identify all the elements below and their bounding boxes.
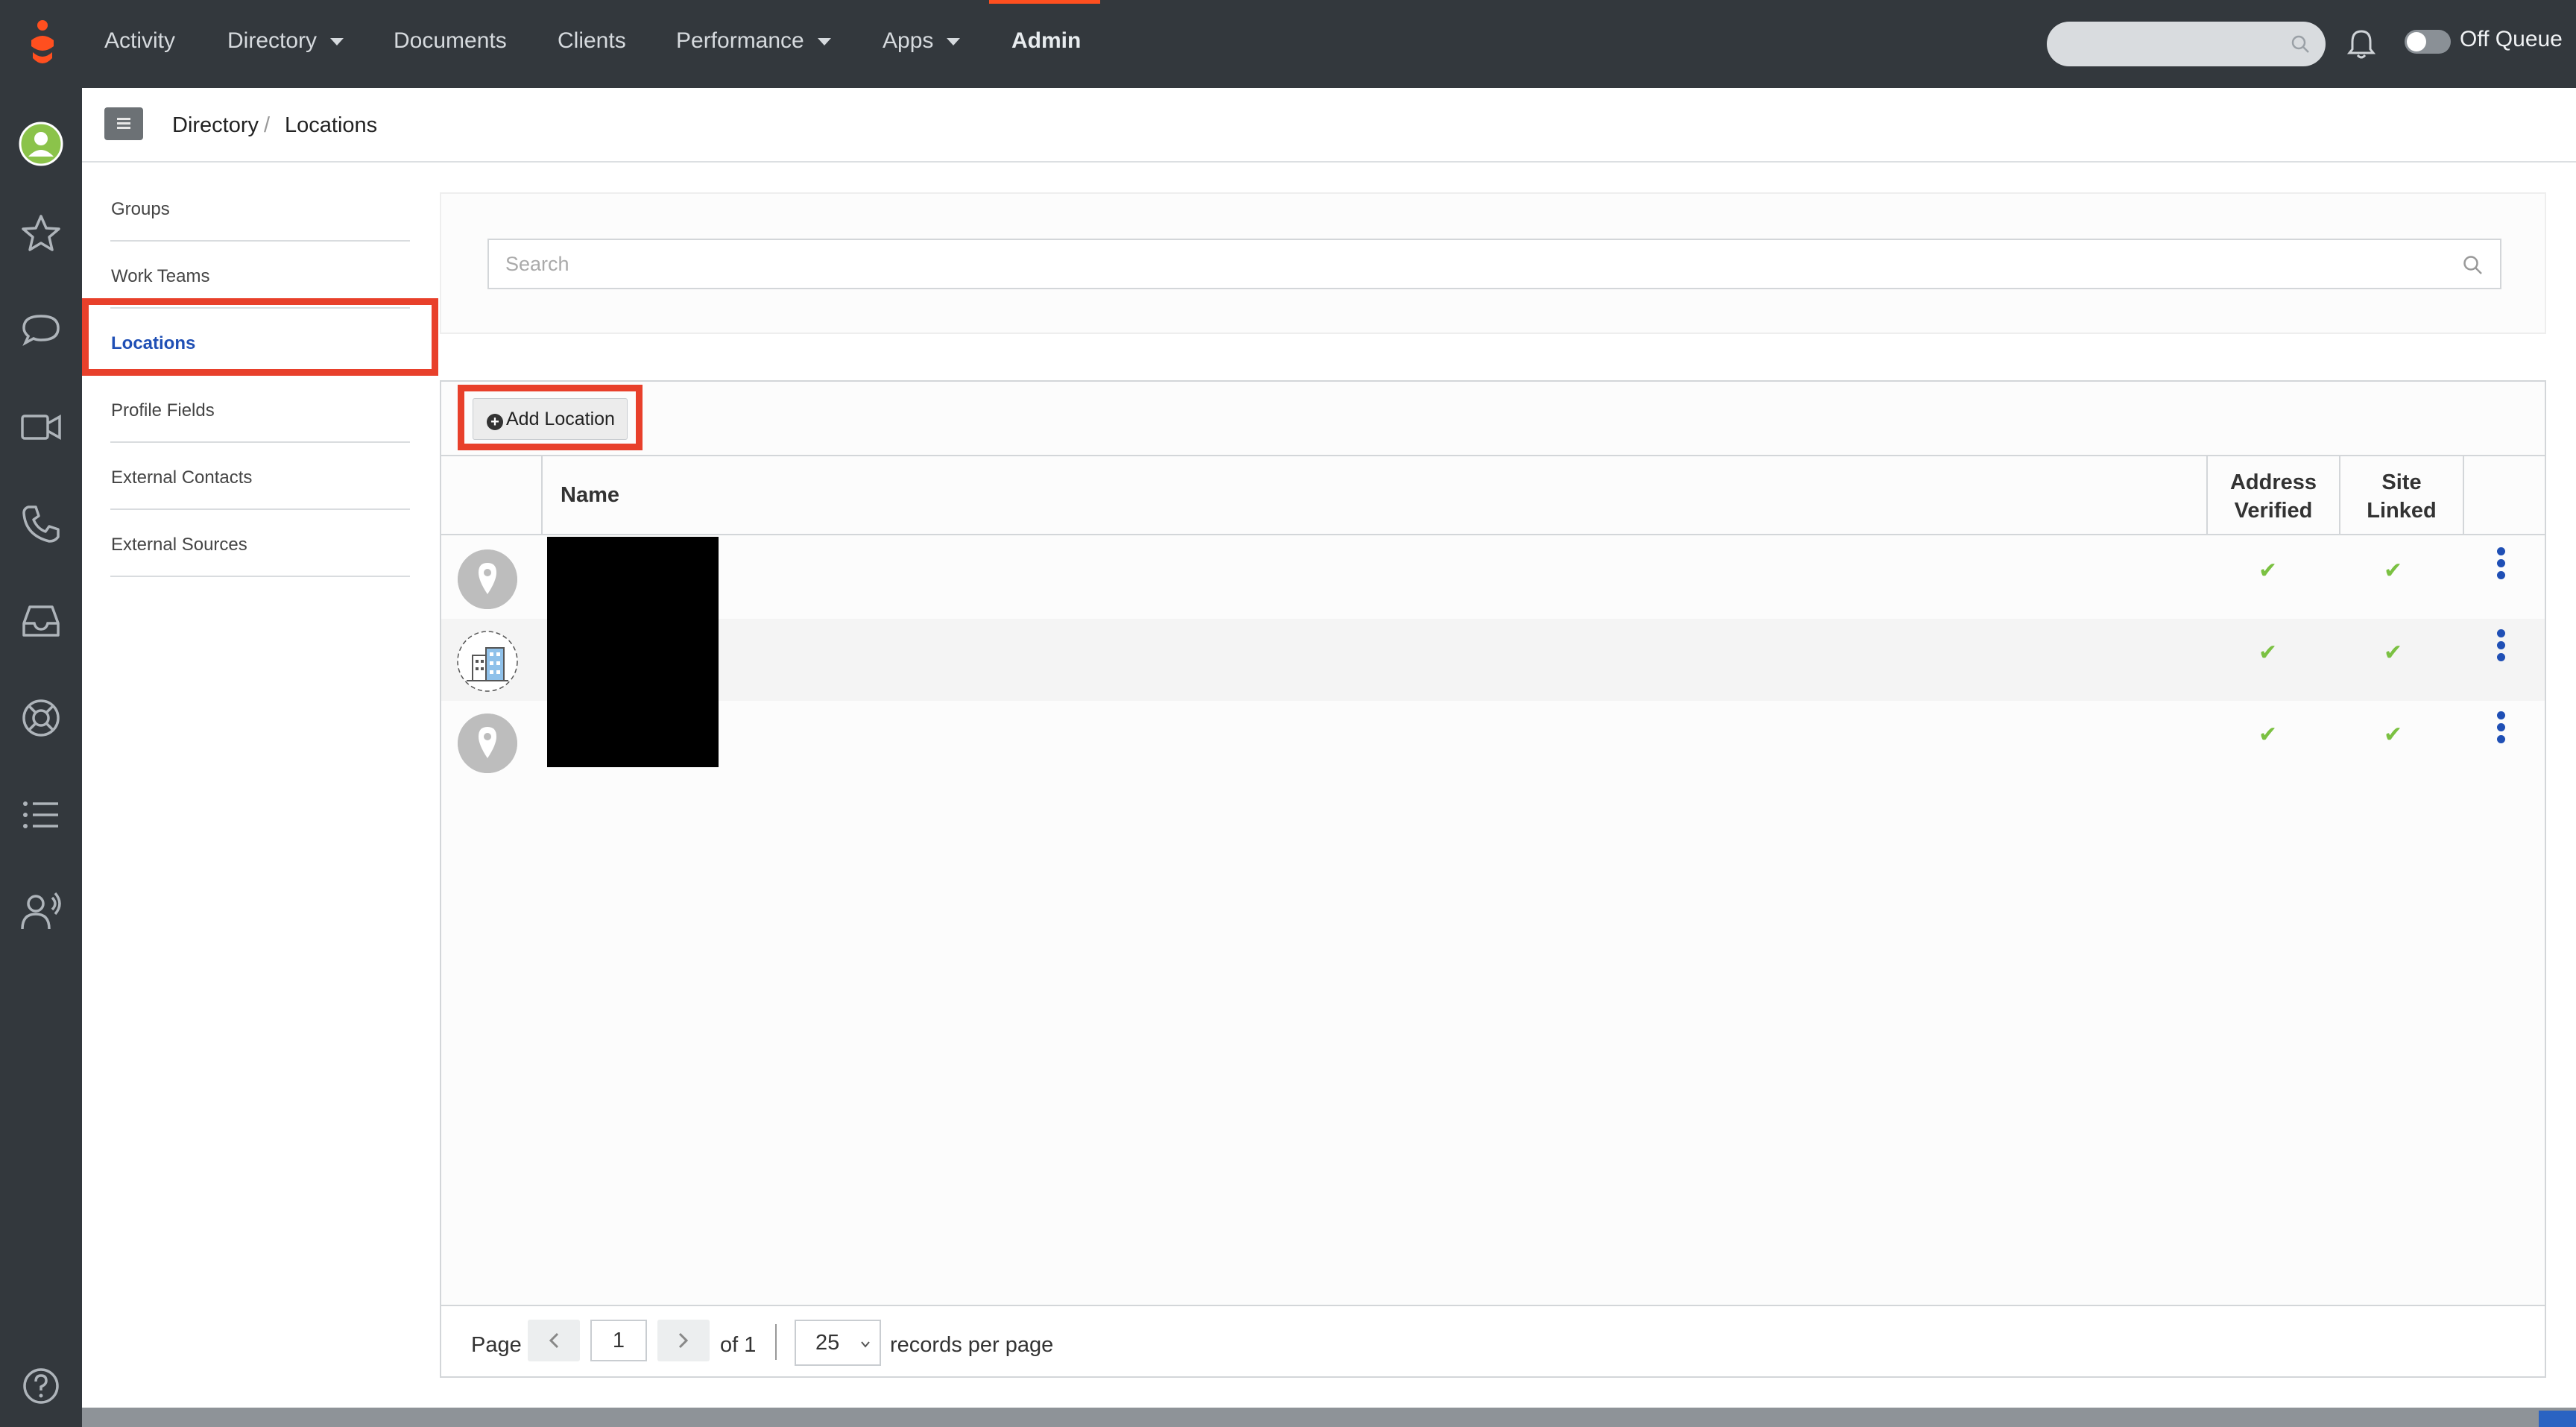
- pagination-divider: [775, 1324, 777, 1360]
- queue-toggle[interactable]: [2405, 30, 2451, 54]
- agent-icon[interactable]: [18, 889, 64, 935]
- nav-documents[interactable]: Documents: [394, 0, 507, 88]
- sidebar-item-label: Work Teams: [111, 266, 210, 286]
- sidebar-item-external-contacts[interactable]: External Contacts: [110, 443, 410, 510]
- top-navigation-bar: Activity Directory Documents Clients Per…: [0, 0, 2576, 88]
- site-linked-check-icon: ✔: [2384, 640, 2403, 665]
- sidebar-item-groups[interactable]: Groups: [110, 174, 410, 242]
- previous-page-button[interactable]: [528, 1320, 580, 1361]
- nav-directory-label: Directory: [227, 28, 318, 53]
- row-actions-kebab-icon[interactable]: [2497, 629, 2507, 668]
- column-header-site-linked[interactable]: Site Linked: [2340, 456, 2463, 535]
- column-header-address-verified[interactable]: Address Verified: [2208, 456, 2339, 535]
- nav-active-indicator: [989, 0, 1100, 4]
- breadcrumb-locations: Locations: [285, 113, 378, 137]
- list-icon[interactable]: [18, 792, 64, 838]
- search-icon: [2291, 35, 2309, 53]
- sidebar-item-label: Profile Fields: [111, 400, 215, 420]
- page-label: Page: [471, 1333, 522, 1357]
- star-icon[interactable]: [18, 210, 64, 256]
- lifebuoy-icon[interactable]: [18, 695, 64, 741]
- column-header-name[interactable]: Name: [561, 483, 619, 513]
- nav-documents-label: Documents: [394, 28, 507, 53]
- breadcrumb-separator: /: [264, 113, 271, 137]
- site-linked-check-icon: ✔: [2384, 558, 2403, 583]
- highlight-box-locations: [82, 298, 438, 376]
- site-linked-check-icon: ✔: [2384, 722, 2403, 747]
- column-divider: [2463, 456, 2464, 535]
- nav-performance-label: Performance: [676, 28, 804, 53]
- sidebar-item-label: Groups: [111, 199, 170, 219]
- search-icon: [2463, 256, 2482, 274]
- location-pin-icon: [458, 714, 517, 773]
- redacted-names-block: [547, 537, 719, 767]
- nav-admin[interactable]: Admin: [1011, 0, 1081, 88]
- global-search-input[interactable]: [2047, 22, 2326, 66]
- nav-apps[interactable]: Apps: [883, 0, 961, 88]
- chat-icon[interactable]: [18, 307, 64, 353]
- records-per-page-label: records per page: [890, 1333, 1054, 1357]
- video-icon[interactable]: [18, 404, 64, 450]
- row-actions-kebab-icon[interactable]: [2497, 547, 2507, 586]
- nav-activity-label: Activity: [104, 28, 176, 53]
- caret-down-icon: [817, 38, 831, 46]
- chevron-right-icon: [678, 1332, 689, 1349]
- chevron-down-icon: [861, 1341, 870, 1348]
- breadcrumb-directory[interactable]: Directory: [172, 113, 259, 138]
- bottom-scroll-strip: [82, 1408, 2576, 1427]
- sidebar-item-external-sources[interactable]: External Sources: [110, 510, 410, 577]
- avatar-icon[interactable]: [18, 121, 64, 167]
- queue-status-label: Off Queue: [2460, 27, 2563, 51]
- nav-clients-label: Clients: [558, 28, 626, 53]
- records-per-page-value: 25: [815, 1331, 840, 1355]
- address-verified-check-icon: ✔: [2258, 722, 2278, 747]
- nav-admin-label: Admin: [1011, 28, 1082, 53]
- location-pin-icon: [458, 549, 517, 609]
- row-actions-kebab-icon[interactable]: [2497, 711, 2507, 750]
- current-page-input[interactable]: [590, 1320, 647, 1361]
- nav-performance[interactable]: Performance: [676, 0, 831, 88]
- bottom-corner-indicator: [2539, 1411, 2576, 1427]
- next-page-button[interactable]: [657, 1320, 710, 1361]
- chevron-left-icon: [549, 1332, 559, 1349]
- sidebar-item-label: External Contacts: [111, 467, 253, 488]
- caret-down-icon: [330, 38, 344, 46]
- address-verified-check-icon: ✔: [2258, 640, 2278, 665]
- notifications-bell-icon[interactable]: [2345, 27, 2378, 61]
- table-row[interactable]: ✔ ✔: [441, 701, 2545, 783]
- toggle-knob: [2407, 32, 2426, 51]
- caret-down-icon: [947, 38, 961, 46]
- address-verified-check-icon: ✔: [2258, 558, 2278, 583]
- column-divider: [541, 456, 543, 535]
- nav-clients[interactable]: Clients: [558, 0, 626, 88]
- building-icon: [457, 631, 518, 692]
- pagination-bar: Page of 1 25 records per page: [441, 1305, 2545, 1376]
- locations-search-input[interactable]: [487, 239, 2501, 289]
- page-count-label: of 1: [720, 1333, 757, 1357]
- locations-table-panel: + Add Location Name Address Verified Site…: [440, 380, 2546, 1378]
- sidebar-toggle-button[interactable]: [104, 107, 143, 140]
- search-panel: [440, 192, 2546, 334]
- breadcrumb-bar: Directory / Locations: [82, 88, 2576, 163]
- table-header: Name Address Verified Site Linked: [441, 455, 2545, 535]
- nav-directory[interactable]: Directory: [227, 0, 344, 88]
- records-per-page-select[interactable]: 25: [795, 1320, 881, 1366]
- table-row[interactable]: ✔ ✔: [441, 537, 2545, 619]
- table-row[interactable]: ✔ ✔: [441, 619, 2545, 701]
- highlight-box-add-location: [458, 385, 643, 450]
- help-icon[interactable]: [18, 1363, 64, 1409]
- left-icon-rail: [0, 88, 82, 1427]
- phone-icon[interactable]: [18, 501, 64, 547]
- sidebar-item-label: External Sources: [111, 535, 247, 555]
- nav-apps-label: Apps: [883, 28, 934, 53]
- nav-activity[interactable]: Activity: [104, 0, 175, 88]
- inbox-icon[interactable]: [18, 598, 64, 644]
- genesys-logo-icon[interactable]: [22, 18, 63, 70]
- sidebar-item-profile-fields[interactable]: Profile Fields: [110, 376, 410, 443]
